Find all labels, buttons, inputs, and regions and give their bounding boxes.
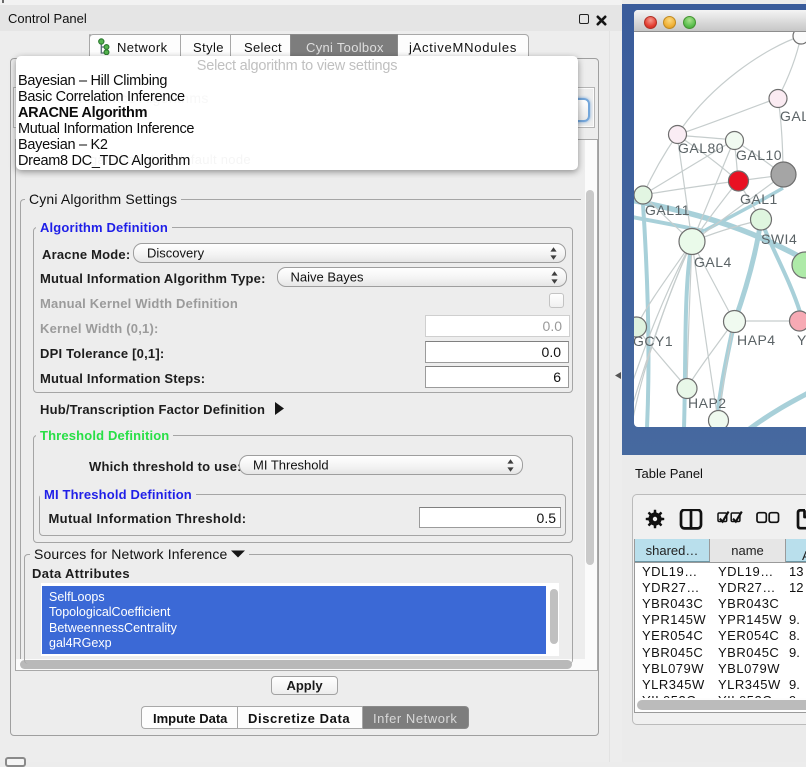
svg-text:GAL11: GAL11	[645, 202, 690, 218]
svg-text:Y: Y	[797, 332, 806, 348]
svg-text:SWI4: SWI4	[761, 231, 797, 247]
svg-text:GAL1: GAL1	[740, 191, 778, 207]
svg-text:HAP4: HAP4	[737, 332, 776, 348]
svg-text:GAL4: GAL4	[694, 254, 732, 270]
svg-text:HAP2: HAP2	[688, 395, 727, 411]
svg-text:GAL: GAL	[780, 108, 806, 124]
svg-text:GAL10: GAL10	[736, 147, 782, 163]
svg-text:GAL80: GAL80	[678, 140, 724, 156]
svg-text:GCY1: GCY1	[634, 333, 673, 349]
